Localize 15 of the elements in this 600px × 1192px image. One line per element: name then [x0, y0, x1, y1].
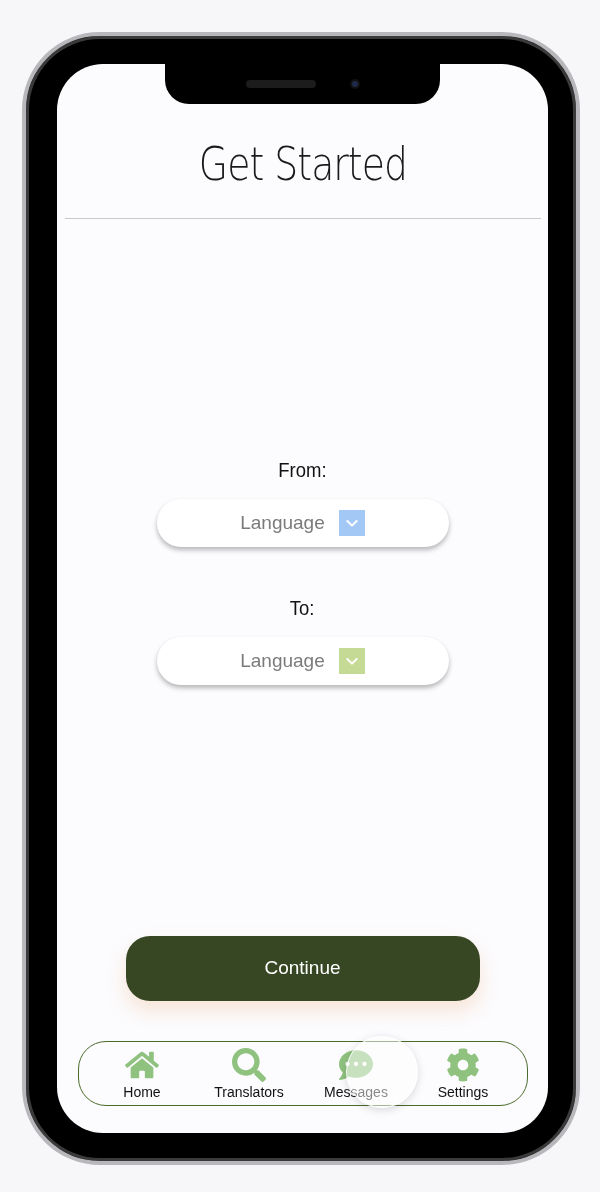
language-dropdown[interactable]: Language	[156, 637, 449, 685]
nav-item[interactable]: Messages	[306, 1047, 406, 1100]
camera-icon	[349, 79, 360, 89]
field-label: From:	[278, 457, 327, 483]
chat-bubble-icon	[339, 1047, 373, 1082]
nav-item[interactable]: Home	[92, 1047, 192, 1100]
continue-button[interactable]: Continue	[125, 936, 480, 1001]
search-icon	[232, 1047, 266, 1082]
nav-item[interactable]: Settings	[413, 1047, 513, 1100]
field-label: To:	[290, 595, 315, 621]
speaker-icon	[245, 80, 316, 88]
nav-item[interactable]: Translators	[199, 1047, 299, 1100]
settings-icon	[446, 1047, 480, 1082]
page-title: Get Started	[198, 136, 407, 192]
language-dropdown[interactable]: Language	[156, 499, 449, 547]
